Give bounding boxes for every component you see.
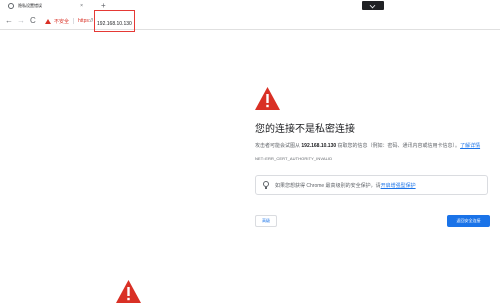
url-scheme: https	[78, 18, 89, 24]
enhanced-protection-hint: 如果您想获得 Chrome 最高级别的安全保护，请开启增强型保护	[255, 175, 488, 195]
hint-prefix: 如果您想获得 Chrome 最高级别的安全保护，请	[275, 182, 381, 189]
lightbulb-icon	[263, 181, 269, 189]
action-buttons: 高级 返回安全连接	[255, 215, 490, 228]
advanced-button[interactable]: 高级	[255, 215, 277, 227]
error-code: NET::ERR_CERT_AUTHORITY_INVALID	[255, 156, 333, 161]
learn-more-link[interactable]: 了解详情	[460, 143, 480, 149]
warning-icon[interactable]	[45, 18, 51, 24]
chevron-down-icon	[369, 2, 376, 9]
close-icon[interactable]: ×	[80, 3, 83, 9]
desc-text-1: 攻击者可能会试图从	[255, 143, 302, 149]
enhanced-protection-link[interactable]: 开启增强型保护	[381, 183, 416, 189]
tab-active[interactable]: 隐私设置错误 ×	[2, 0, 87, 12]
omnibox-divider	[73, 18, 75, 24]
chrome-favicon-icon	[8, 3, 14, 9]
url-separator: ://	[88, 18, 94, 24]
not-secure-label[interactable]: 不安全	[54, 18, 69, 25]
tab-search-button[interactable]	[362, 1, 384, 10]
reload-icon[interactable]: C	[30, 15, 36, 27]
page-title: 您的连接不是私密连接	[255, 124, 355, 135]
warning-icon	[116, 280, 141, 307]
desc-text-2: 窃取您的信息（例如：密码、通讯内容或信用卡信息）。	[336, 143, 461, 149]
tab-title: 隐私设置错误	[18, 3, 42, 8]
back-to-safety-button[interactable]: 返回安全连接	[447, 215, 490, 227]
interstitial-main: 您的连接不是私密连接 攻击者可能会试图从 192.168.10.130 窃取您的…	[255, 87, 490, 228]
tab-strip: 隐私设置错误 × +	[0, 0, 500, 12]
browser-toolbar: ← → C 不安全 https :// 192.168.10.130	[0, 10, 500, 32]
url-host: 192.168.10.130	[97, 21, 132, 27]
url-host-highlight: 192.168.10.130	[94, 10, 135, 32]
desc-host: 192.168.10.130	[301, 143, 337, 149]
hint-text: 如果您想获得 Chrome 最高级别的安全保护，请开启增强型保护	[275, 182, 416, 189]
forward-arrow-icon[interactable]: →	[17, 15, 25, 27]
warning-icon	[255, 87, 280, 110]
address-bar[interactable]: 不安全 https :// 192.168.10.130	[45, 10, 496, 32]
error-description: 攻击者可能会试图从 192.168.10.130 窃取您的信息（例如：密码、通讯…	[255, 142, 490, 150]
back-arrow-icon[interactable]: ←	[5, 15, 13, 27]
